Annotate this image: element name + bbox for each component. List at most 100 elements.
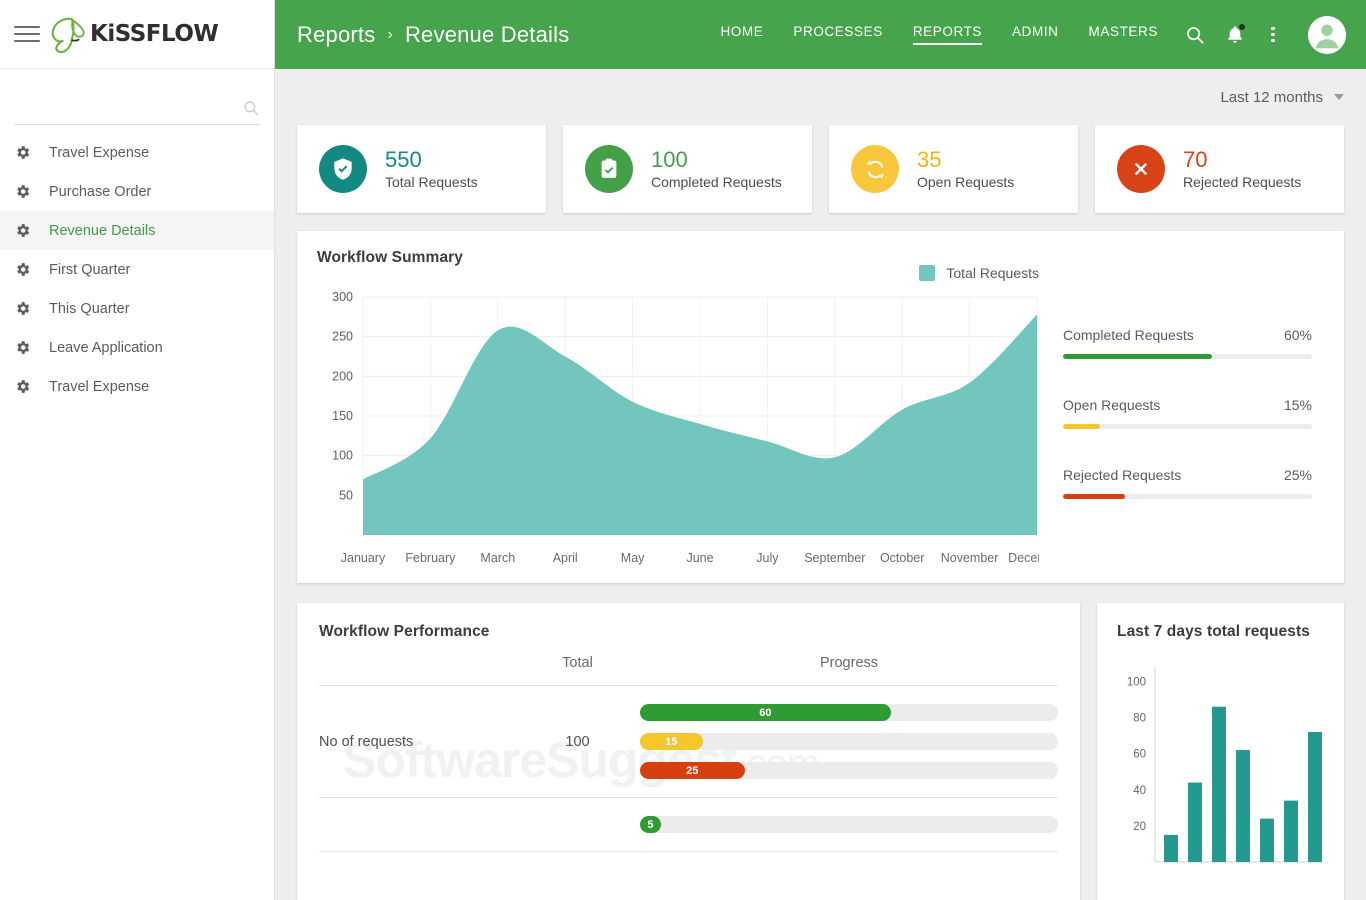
sidebar-item-label: Travel Expense — [49, 379, 149, 395]
notifications-bell-icon[interactable] — [1224, 24, 1246, 46]
svg-text:January: January — [341, 551, 386, 565]
progress-percent: 15% — [1284, 397, 1312, 413]
breadcrumb: Reports › Revenue Details — [297, 22, 569, 48]
date-range-filter[interactable]: Last 12 months — [1220, 89, 1344, 106]
sidebar-item-label: This Quarter — [49, 301, 130, 317]
notification-badge-dot — [1239, 24, 1245, 30]
sidebar-item-purchase-order[interactable]: Purchase Order — [0, 172, 274, 211]
top-nav: HOME PROCESSES REPORTS ADMIN MASTERS — [720, 24, 1158, 45]
row-label: No of requests — [319, 734, 515, 750]
sidebar-item-revenue-details[interactable]: Revenue Details — [0, 211, 274, 250]
sidebar-item-label: First Quarter — [49, 262, 130, 278]
progress-rejected-requests: Rejected Requests 25% — [1063, 467, 1312, 499]
legend-swatch — [919, 265, 935, 281]
progress-track: 60 — [640, 704, 1058, 721]
progress-track — [1063, 424, 1312, 429]
workflow-performance-table: Total Progress No of requests 100 60 — [319, 655, 1058, 852]
gear-icon — [14, 339, 31, 356]
clipboard-check-icon — [585, 145, 633, 193]
stat-label: Total Requests — [385, 173, 478, 191]
stat-card-open-requests[interactable]: 35 Open Requests — [829, 125, 1078, 213]
stat-cards: 550 Total Requests 100 Complet — [297, 125, 1344, 213]
progress-completed-requests: Completed Requests 60% — [1063, 327, 1312, 359]
progress-track — [1063, 354, 1312, 359]
sidebar-item-first-quarter[interactable]: First Quarter — [0, 250, 274, 289]
search-input[interactable] — [14, 98, 242, 118]
col-header-progress: Progress — [640, 655, 1058, 671]
workflow-summary-progress: Completed Requests 60% Open Requests 15% — [1039, 249, 1324, 583]
sidebar-item-label: Leave Application — [49, 340, 163, 356]
table-header: Total Progress — [319, 655, 1058, 686]
progress-label: Rejected Requests — [1063, 467, 1181, 483]
stat-card-completed-requests[interactable]: 100 Completed Requests — [563, 125, 812, 213]
brand-logo[interactable]: KiSSFLOW — [46, 14, 218, 54]
top-icons — [1184, 16, 1346, 54]
nav-processes[interactable]: PROCESSES — [793, 24, 882, 45]
breadcrumb-separator-icon: › — [387, 26, 393, 44]
col-header-name — [319, 655, 515, 671]
col-header-total: Total — [515, 655, 640, 671]
gear-icon — [14, 261, 31, 278]
breadcrumb-current: Revenue Details — [405, 22, 569, 48]
nav-home[interactable]: HOME — [720, 24, 763, 45]
sidebar-item-travel-expense-2[interactable]: Travel Expense — [0, 367, 274, 406]
progress-label: Completed Requests — [1063, 327, 1194, 343]
progress-fill: 5 — [640, 816, 661, 833]
sidebar-item-leave-application[interactable]: Leave Application — [0, 328, 274, 367]
progress-fill — [1063, 424, 1100, 429]
stat-value: 70 — [1183, 147, 1301, 172]
sidebar-nav: Travel Expense Purchase Order Revenue De… — [0, 125, 274, 406]
main-area: Reports › Revenue Details HOME PROCESSES… — [275, 0, 1366, 900]
progress-track — [1063, 494, 1312, 499]
workflow-performance-title: Workflow Performance — [319, 623, 1058, 641]
sidebar-item-label: Revenue Details — [49, 223, 155, 239]
svg-text:50: 50 — [339, 488, 353, 502]
user-avatar-icon — [1308, 16, 1346, 54]
workflow-summary-panel: Workflow Summary Total Requests 50100150… — [297, 231, 1344, 583]
stat-card-total-requests[interactable]: 550 Total Requests — [297, 125, 546, 213]
svg-text:March: March — [480, 551, 515, 565]
stat-value: 550 — [385, 147, 478, 172]
sidebar: KiSSFLOW Travel Expense Purchase Order — [0, 0, 275, 900]
nav-masters[interactable]: MASTERS — [1089, 24, 1158, 45]
svg-text:July: July — [756, 551, 779, 565]
stat-card-rejected-requests[interactable]: 70 Rejected Requests — [1095, 125, 1344, 213]
hamburger-menu-icon[interactable] — [14, 23, 40, 45]
svg-text:40: 40 — [1133, 785, 1146, 797]
svg-text:April: April — [553, 551, 578, 565]
content-area: Last 12 months 550 Total Requests — [275, 69, 1366, 900]
breadcrumb-root[interactable]: Reports — [297, 22, 375, 48]
progress-open-requests: Open Requests 15% — [1063, 397, 1312, 429]
svg-text:October: October — [880, 551, 924, 565]
bottom-row: Workflow Performance SoftwareSuggest.com… — [297, 603, 1344, 900]
svg-text:60: 60 — [1133, 749, 1146, 761]
last-7-days-panel: Last 7 days total requests 20406080100 — [1097, 603, 1344, 900]
more-options-icon[interactable] — [1264, 27, 1282, 43]
sidebar-item-this-quarter[interactable]: This Quarter — [0, 289, 274, 328]
search-icon[interactable] — [242, 99, 260, 117]
avatar[interactable] — [1308, 16, 1346, 54]
filter-row: Last 12 months — [297, 69, 1344, 125]
svg-text:300: 300 — [332, 290, 353, 304]
search-icon[interactable] — [1184, 24, 1206, 46]
sidebar-item-label: Purchase Order — [49, 184, 151, 200]
nav-reports[interactable]: REPORTS — [913, 24, 982, 45]
row-total: 100 — [515, 734, 640, 750]
row-progress-bars: 5 — [640, 816, 1058, 833]
table-row[interactable]: No of requests 100 60 15 25 — [319, 686, 1058, 798]
stat-label: Rejected Requests — [1183, 173, 1301, 191]
gear-icon — [14, 378, 31, 395]
svg-text:250: 250 — [332, 330, 353, 344]
stat-label: Completed Requests — [651, 173, 782, 191]
table-row[interactable]: 5 — [319, 798, 1058, 852]
butterfly-logo-icon — [46, 14, 88, 54]
stat-value: 35 — [917, 147, 1014, 172]
progress-fill — [1063, 354, 1212, 359]
sidebar-item-travel-expense-1[interactable]: Travel Expense — [0, 133, 274, 172]
sidebar-header: KiSSFLOW — [0, 0, 274, 69]
progress-track: 5 — [640, 816, 1058, 833]
nav-admin[interactable]: ADMIN — [1012, 24, 1059, 45]
progress-track: 25 — [640, 762, 1058, 779]
row-progress-bars: 60 15 25 — [640, 704, 1058, 779]
progress-percent: 25% — [1284, 467, 1312, 483]
